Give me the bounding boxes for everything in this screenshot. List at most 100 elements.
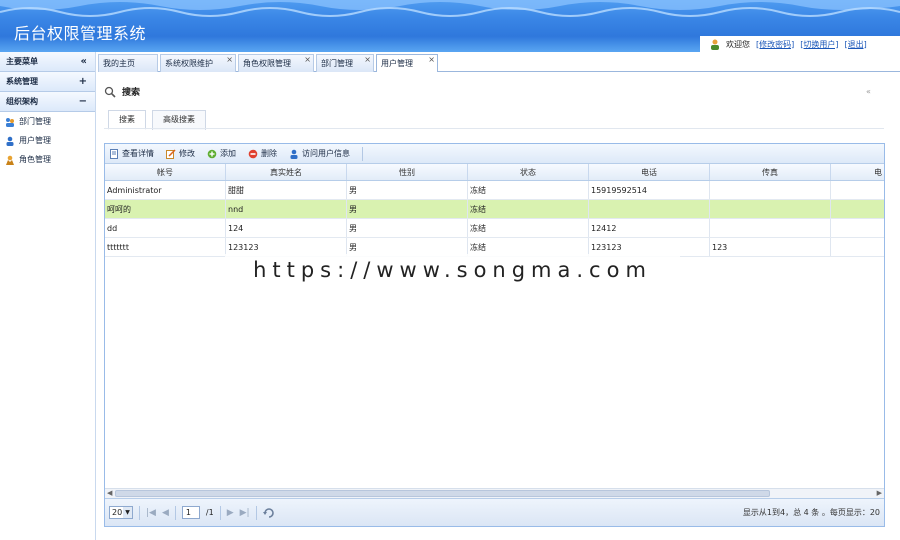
tab-department[interactable]: 部门管理 × xyxy=(316,54,374,72)
tab-home[interactable]: 我的主页 xyxy=(98,54,158,72)
role-icon xyxy=(6,155,14,165)
user-icon xyxy=(290,149,298,159)
table-cell: 男 xyxy=(347,200,468,218)
column-header-fax[interactable]: 传真 xyxy=(710,164,831,180)
search-title-text: 搜索 xyxy=(122,88,141,98)
tab-system-permissions[interactable]: 系统权限维护 × xyxy=(160,54,236,72)
add-icon xyxy=(207,149,217,158)
collapse-sidebar-icon[interactable]: « xyxy=(81,56,87,67)
page-size-select[interactable]: 20 ▼ xyxy=(109,506,133,519)
switch-user-link[interactable]: [切换用户] xyxy=(800,39,838,50)
sidebar-item-users[interactable]: 用户管理 xyxy=(0,131,95,150)
view-user-info-button[interactable]: 访问用户信息 xyxy=(289,148,350,159)
last-page-icon[interactable]: ▶| xyxy=(240,508,250,518)
sidebar-group-system[interactable]: 系统管理 + xyxy=(0,72,95,92)
tab-advanced-search[interactable]: 高级搜素 xyxy=(152,110,206,130)
column-header-status[interactable]: 状态 xyxy=(468,164,589,180)
tab-label: 部门管理 xyxy=(321,59,353,68)
scroll-right-icon[interactable]: ▶ xyxy=(877,489,882,497)
toolbar-label: 修改 xyxy=(179,149,195,158)
table-cell: 男 xyxy=(347,181,468,199)
view-details-button[interactable]: 查看详情 xyxy=(109,148,154,159)
sidebar-item-roles[interactable]: 角色管理 xyxy=(0,150,95,169)
table-cell xyxy=(710,219,831,237)
scroll-left-icon[interactable]: ◀ xyxy=(107,489,112,497)
pager-separator xyxy=(174,505,176,520)
user-grid: 查看详情 修改 添加 删除 访问用户信息 帐号 真实姓名 性别 状态 电话 传真… xyxy=(104,143,885,527)
table-cell: ttttttt xyxy=(105,238,226,256)
search-panel-title: 搜索 xyxy=(104,85,140,98)
logout-link[interactable]: [退出] xyxy=(845,39,867,50)
tab-bar: 我的主页 系统权限维护 × 角色权限管理 × 部门管理 × 用户管理 × xyxy=(98,54,900,72)
table-cell xyxy=(589,200,710,218)
table-cell: Administrator xyxy=(105,181,226,199)
toolbar-label: 查看详情 xyxy=(122,149,154,158)
table-cell: 124 xyxy=(226,219,347,237)
pagination-bar: 20 ▼ |◀ ◀ 1 /1 ▶ ▶| 显示从1到4，总 4 条 。每页显示：2… xyxy=(105,498,884,526)
table-cell: 12412 xyxy=(589,219,710,237)
first-page-icon[interactable]: |◀ xyxy=(146,508,156,518)
delete-button[interactable]: 删除 xyxy=(248,148,277,159)
search-tabs: 搜素 高级搜素 xyxy=(108,110,206,130)
org-icon xyxy=(6,117,14,127)
edit-button[interactable]: 修改 xyxy=(166,148,195,159)
close-icon[interactable]: × xyxy=(364,55,371,64)
sidebar-group-org[interactable]: 组织架构 − xyxy=(0,92,95,112)
table-row-selected[interactable]: 呵呵的 nnd 男 冻结 xyxy=(105,200,884,219)
add-button[interactable]: 添加 xyxy=(207,148,236,159)
table-cell: dd xyxy=(105,219,226,237)
close-icon[interactable]: × xyxy=(428,55,435,64)
user-bar: 欢迎您 [修改密码] [切换用户] [退出] xyxy=(700,36,900,52)
delete-icon xyxy=(248,149,258,158)
prev-page-icon[interactable]: ◀ xyxy=(162,508,169,518)
search-icon xyxy=(104,86,116,98)
table-cell: 123 xyxy=(710,238,831,256)
table-cell xyxy=(831,181,884,199)
next-page-icon[interactable]: ▶ xyxy=(227,508,234,518)
app-header: 后台权限管理系统 欢迎您 [修改密码] [切换用户] [退出] xyxy=(0,0,900,52)
sidebar-item-department[interactable]: 部门管理 xyxy=(0,112,95,131)
column-header-real-name[interactable]: 真实姓名 xyxy=(226,164,347,180)
table-cell: 15919592514 xyxy=(589,181,710,199)
sidebar-item-label: 用户管理 xyxy=(19,136,51,145)
tab-label: 用户管理 xyxy=(381,59,413,68)
table-cell: 冻结 xyxy=(468,200,589,218)
table-row[interactable]: Administrator 甜甜 男 冻结 15919592514 xyxy=(105,181,884,200)
tab-label: 角色权限管理 xyxy=(243,59,291,68)
table-cell: nnd xyxy=(226,200,347,218)
pager-separator xyxy=(139,505,140,520)
table-cell xyxy=(831,219,884,237)
tab-user-management[interactable]: 用户管理 × xyxy=(376,54,438,72)
page-number-input[interactable]: 1 xyxy=(181,506,200,519)
welcome-text: 欢迎您 xyxy=(726,39,750,49)
toolbar-separator xyxy=(362,146,363,161)
column-header-phone[interactable]: 电话 xyxy=(589,164,710,180)
expand-icon[interactable]: + xyxy=(79,76,87,87)
page-size-value: 20 xyxy=(112,508,123,517)
header-wave-decoration xyxy=(0,0,900,17)
pager-separator xyxy=(219,505,221,520)
pagination-info: 显示从1到4，总 4 条 。每页显示：20 xyxy=(742,508,880,517)
user-icon xyxy=(6,136,14,146)
refresh-icon[interactable] xyxy=(262,507,275,519)
column-header-account[interactable]: 帐号 xyxy=(105,164,226,180)
toolbar-label: 删除 xyxy=(261,149,277,158)
user-icon xyxy=(711,39,719,50)
close-icon[interactable]: × xyxy=(226,55,233,64)
table-cell xyxy=(710,200,831,218)
column-header-overflow[interactable]: 电 xyxy=(831,164,884,180)
tab-basic-search[interactable]: 搜素 xyxy=(108,110,146,130)
table-cell: 冻结 xyxy=(468,219,589,237)
horizontal-scrollbar[interactable]: ◀ ▶ xyxy=(105,488,884,498)
sidebar-group-label: 系统管理 xyxy=(6,77,38,86)
close-icon[interactable]: × xyxy=(304,55,311,64)
main-menu-header[interactable]: 主要菜单 « xyxy=(0,52,95,72)
collapse-search-icon[interactable]: « xyxy=(866,87,871,96)
collapse-icon[interactable]: − xyxy=(79,96,87,107)
scrollbar-thumb[interactable] xyxy=(115,490,770,497)
table-row[interactable]: dd 124 男 冻结 12412 xyxy=(105,219,884,238)
column-header-gender[interactable]: 性别 xyxy=(347,164,468,180)
tab-role-permissions[interactable]: 角色权限管理 × xyxy=(238,54,314,72)
change-password-link[interactable]: [修改密码] xyxy=(756,39,794,50)
grid-toolbar: 查看详情 修改 添加 删除 访问用户信息 xyxy=(105,144,884,164)
